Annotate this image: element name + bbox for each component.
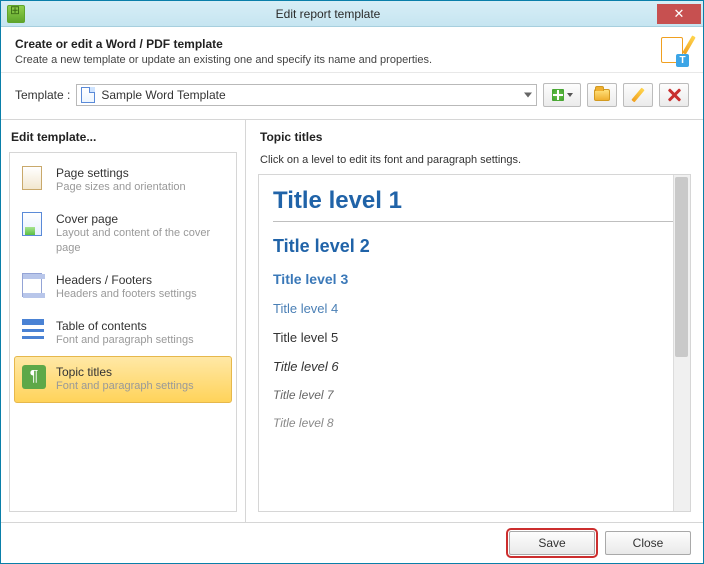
save-button[interactable]: Save — [509, 531, 595, 555]
sidebar-list: Page settings Page sizes and orientation… — [9, 152, 237, 512]
sidebar-item-subtitle: Font and paragraph settings — [56, 379, 194, 393]
template-select[interactable]: Sample Word Template — [76, 84, 537, 106]
close-button[interactable]: Close — [605, 531, 691, 555]
edit-template-icon: T — [661, 37, 689, 65]
title-level-7[interactable]: Title level 7 — [273, 388, 676, 402]
main-hint: Click on a level to edit its font and pa… — [260, 154, 691, 166]
scrollbar-thumb[interactable] — [675, 177, 688, 357]
cover-page-icon — [22, 212, 46, 238]
sidebar-item-page-settings[interactable]: Page settings Page sizes and orientation — [14, 157, 232, 203]
header-heading: Create or edit a Word / PDF template — [15, 37, 661, 51]
close-icon: ✕ — [674, 6, 685, 22]
pilcrow-icon: ¶ — [22, 365, 46, 391]
main-heading: Topic titles — [260, 130, 691, 144]
titlebar: Edit report template ✕ — [1, 1, 703, 27]
footer: Save Close — [1, 522, 703, 563]
save-button-label: Save — [538, 536, 565, 550]
folder-icon — [594, 89, 610, 101]
body: Edit template... Page settings Page size… — [1, 120, 703, 522]
title-level-2[interactable]: Title level 2 — [273, 236, 676, 257]
word-doc-icon — [81, 87, 95, 103]
open-template-button[interactable] — [587, 83, 617, 107]
sidebar-item-headers-footers[interactable]: Headers / Footers Headers and footers se… — [14, 264, 232, 310]
toc-icon — [22, 319, 46, 345]
delete-template-button[interactable] — [659, 83, 689, 107]
header-footer-icon — [22, 273, 46, 299]
title-level-4[interactable]: Title level 4 — [273, 301, 676, 316]
sidebar-item-subtitle: Font and paragraph settings — [56, 333, 194, 347]
template-label: Template : — [15, 88, 70, 102]
sidebar-item-title: Table of contents — [56, 319, 194, 333]
header: Create or edit a Word / PDF template Cre… — [1, 27, 703, 73]
page-icon — [22, 166, 46, 192]
title-level-6[interactable]: Title level 6 — [273, 359, 676, 374]
sidebar-item-title: Headers / Footers — [56, 273, 197, 287]
sidebar-item-title: Cover page — [56, 212, 224, 226]
dialog-window: Edit report template ✕ Create or edit a … — [0, 0, 704, 564]
new-template-button[interactable] — [543, 83, 581, 107]
template-row: Template : Sample Word Template — [1, 73, 703, 120]
header-description: Create a new template or update an exist… — [15, 54, 661, 66]
close-button-label: Close — [633, 536, 664, 550]
title-level-3[interactable]: Title level 3 — [273, 271, 676, 287]
app-icon — [7, 5, 25, 23]
sidebar-item-topic-titles[interactable]: ¶ Topic titles Font and paragraph settin… — [14, 356, 232, 402]
sidebar-item-title: Topic titles — [56, 365, 194, 379]
sidebar: Edit template... Page settings Page size… — [1, 120, 246, 522]
main-panel: Topic titles Click on a level to edit it… — [246, 120, 703, 522]
sidebar-item-subtitle: Page sizes and orientation — [56, 180, 186, 194]
sidebar-item-table-of-contents[interactable]: Table of contents Font and paragraph set… — [14, 310, 232, 356]
pencil-icon — [631, 88, 644, 103]
sidebar-item-cover-page[interactable]: Cover page Layout and content of the cov… — [14, 203, 232, 264]
plus-icon — [552, 89, 564, 101]
sidebar-item-title: Page settings — [56, 166, 186, 180]
chevron-down-icon — [567, 93, 573, 97]
template-selected-value: Sample Word Template — [101, 88, 225, 102]
chevron-down-icon — [524, 93, 532, 98]
title-level-8[interactable]: Title level 8 — [273, 416, 676, 430]
scrollbar-track[interactable] — [673, 175, 690, 511]
sidebar-item-subtitle: Headers and footers settings — [56, 287, 197, 301]
sidebar-item-subtitle: Layout and content of the cover page — [56, 226, 224, 255]
window-close-button[interactable]: ✕ — [657, 4, 701, 24]
title-level-1[interactable]: Title level 1 — [273, 181, 676, 222]
sidebar-heading: Edit template... — [11, 130, 237, 144]
title-levels-box: Title level 1 Title level 2 Title level … — [258, 174, 691, 512]
rename-template-button[interactable] — [623, 83, 653, 107]
delete-icon — [667, 88, 681, 102]
window-title: Edit report template — [25, 7, 657, 21]
title-level-5[interactable]: Title level 5 — [273, 330, 676, 345]
